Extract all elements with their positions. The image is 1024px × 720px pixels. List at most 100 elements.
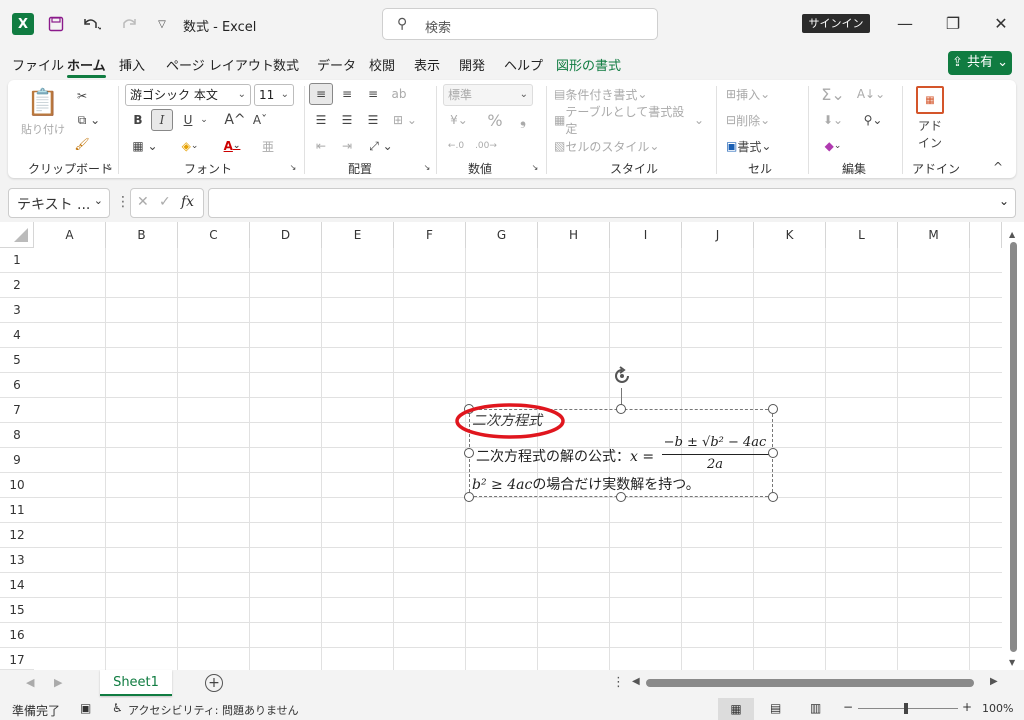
tab-shape-format[interactable]: 図形の書式: [556, 55, 621, 74]
italic-button[interactable]: I: [151, 109, 173, 131]
zoom-level[interactable]: 100%: [982, 702, 1013, 715]
scroll-left-icon[interactable]: ◀: [632, 676, 640, 687]
select-all-corner[interactable]: [0, 222, 34, 248]
currency-icon[interactable]: ¥⌄: [444, 110, 474, 130]
autosum-icon[interactable]: Σ⌄: [816, 84, 850, 104]
underline-dropdown-icon[interactable]: ⌄: [198, 110, 210, 130]
scroll-right-icon[interactable]: ▶: [990, 676, 998, 687]
cancel-icon[interactable]: ✕: [137, 194, 149, 210]
vertical-scrollbar[interactable]: ▲ ▼: [1004, 230, 1024, 670]
addins-icon[interactable]: ▦: [916, 86, 944, 114]
row-header[interactable]: 15: [0, 598, 34, 623]
column-header[interactable]: C: [178, 222, 250, 248]
decrease-indent-icon[interactable]: ⇤: [310, 136, 332, 156]
expand-formula-icon[interactable]: ⌄: [999, 194, 1009, 208]
search-box[interactable]: ⚲ 検索: [382, 8, 658, 40]
row-header[interactable]: 8: [0, 423, 34, 448]
decrease-decimal-icon[interactable]: .00→: [474, 136, 498, 156]
row-header[interactable]: 16: [0, 623, 34, 648]
more-icon[interactable]: ⋮: [116, 194, 130, 210]
row-header[interactable]: 10: [0, 473, 34, 498]
cut-icon[interactable]: ✂: [72, 86, 92, 106]
close-button[interactable]: ✕: [986, 12, 1016, 36]
add-sheet-icon[interactable]: +: [205, 674, 223, 692]
zoom-slider-thumb[interactable]: [904, 703, 908, 714]
paste-label[interactable]: 貼り付け: [18, 122, 68, 136]
more-icon[interactable]: ⋮: [612, 675, 625, 690]
row-header[interactable]: 14: [0, 573, 34, 598]
customize-qat-icon[interactable]: ▽: [152, 12, 172, 36]
column-header[interactable]: M: [898, 222, 970, 248]
delete-cells-button[interactable]: ⊟ 削除 ⌄: [726, 110, 790, 130]
tab-review[interactable]: 校閲: [369, 55, 395, 74]
copy-icon[interactable]: ⧉ ⌄: [72, 110, 106, 130]
accessibility-status[interactable]: アクセシビリティ: 問題ありません: [128, 702, 299, 718]
fill-color-icon[interactable]: ◈ ⌄: [172, 136, 208, 156]
share-button[interactable]: ⇪ 共有 ⌄: [948, 51, 1012, 75]
row-header[interactable]: 13: [0, 548, 34, 573]
insert-function-button[interactable]: fx: [181, 194, 194, 210]
conditional-formatting-button[interactable]: ▤ 条件付き書式 ⌄: [554, 84, 664, 104]
normal-view-icon[interactable]: ▦: [718, 698, 754, 720]
column-header[interactable]: H: [538, 222, 610, 248]
vertical-scroll-thumb[interactable]: [1010, 242, 1017, 652]
dialog-launcher-icon[interactable]: ↘: [422, 162, 432, 172]
column-header[interactable]: L: [826, 222, 898, 248]
page-break-view-icon[interactable]: ▥: [810, 701, 821, 715]
name-box[interactable]: テキスト ... ⌄: [8, 188, 110, 218]
comma-style-icon[interactable]: ❟: [512, 110, 534, 130]
fill-icon[interactable]: ⬇⌄: [816, 110, 850, 130]
scroll-down-icon[interactable]: ▼: [1009, 658, 1015, 667]
column-header[interactable]: K: [754, 222, 826, 248]
tab-data[interactable]: データ: [317, 55, 356, 74]
column-header[interactable]: J: [682, 222, 754, 248]
resize-handle[interactable]: [768, 448, 778, 458]
tab-home[interactable]: ホーム: [67, 55, 106, 78]
find-select-icon[interactable]: ⚲⌄: [856, 110, 890, 130]
enter-icon[interactable]: ✓: [159, 194, 171, 210]
align-top-icon[interactable]: ≡: [309, 83, 333, 105]
underline-button[interactable]: U: [178, 110, 198, 130]
column-header[interactable]: [970, 222, 1002, 248]
percent-icon[interactable]: %: [484, 110, 506, 130]
row-header[interactable]: 4: [0, 323, 34, 348]
number-format-combo[interactable]: 標準 ⌄: [443, 84, 533, 106]
rotate-handle-icon[interactable]: [610, 364, 634, 388]
paste-icon[interactable]: 📋: [26, 86, 60, 120]
bold-button[interactable]: B: [128, 110, 148, 130]
restore-button[interactable]: ❐: [938, 12, 968, 36]
scroll-up-icon[interactable]: ▲: [1009, 230, 1015, 239]
row-header[interactable]: 2: [0, 273, 34, 298]
name-box-dropdown-icon[interactable]: ⌄: [94, 194, 103, 207]
grow-font-button[interactable]: A ^: [224, 110, 246, 130]
horizontal-scroll-thumb[interactable]: [646, 679, 974, 687]
zoom-in-icon[interactable]: +: [962, 700, 972, 714]
font-name-combo[interactable]: 游ゴシック 本文 ⌄: [125, 84, 251, 106]
column-header[interactable]: E: [322, 222, 394, 248]
clear-icon[interactable]: ◆ ⌄: [816, 136, 850, 156]
borders-icon[interactable]: ▦ ⌄: [128, 136, 162, 156]
column-header[interactable]: D: [250, 222, 322, 248]
row-header[interactable]: 9: [0, 448, 34, 473]
tab-insert[interactable]: 挿入: [119, 55, 145, 74]
resize-handle[interactable]: [616, 404, 626, 414]
column-header[interactable]: F: [394, 222, 466, 248]
redo-icon[interactable]: [114, 12, 148, 36]
zoom-slider[interactable]: [858, 708, 958, 709]
increase-indent-icon[interactable]: ⇥: [336, 136, 358, 156]
row-header[interactable]: 1: [0, 248, 34, 273]
dialog-launcher-icon[interactable]: ↘: [288, 162, 298, 172]
collapse-ribbon-icon[interactable]: ^: [990, 160, 1006, 174]
page-layout-view-icon[interactable]: ▤: [770, 701, 781, 715]
merge-center-icon[interactable]: ⊞ ⌄: [388, 110, 422, 130]
align-center-icon[interactable]: ☰: [336, 110, 358, 130]
resize-handle[interactable]: [464, 492, 474, 502]
column-header[interactable]: G: [466, 222, 538, 248]
addins-label[interactable]: アド イン: [910, 118, 950, 150]
row-header[interactable]: 11: [0, 498, 34, 523]
accessibility-icon[interactable]: ♿: [112, 701, 123, 715]
row-header[interactable]: 7: [0, 398, 34, 423]
resize-handle[interactable]: [464, 448, 474, 458]
tab-formulas[interactable]: 数式: [273, 55, 299, 74]
tab-developer[interactable]: 開発: [459, 55, 485, 74]
